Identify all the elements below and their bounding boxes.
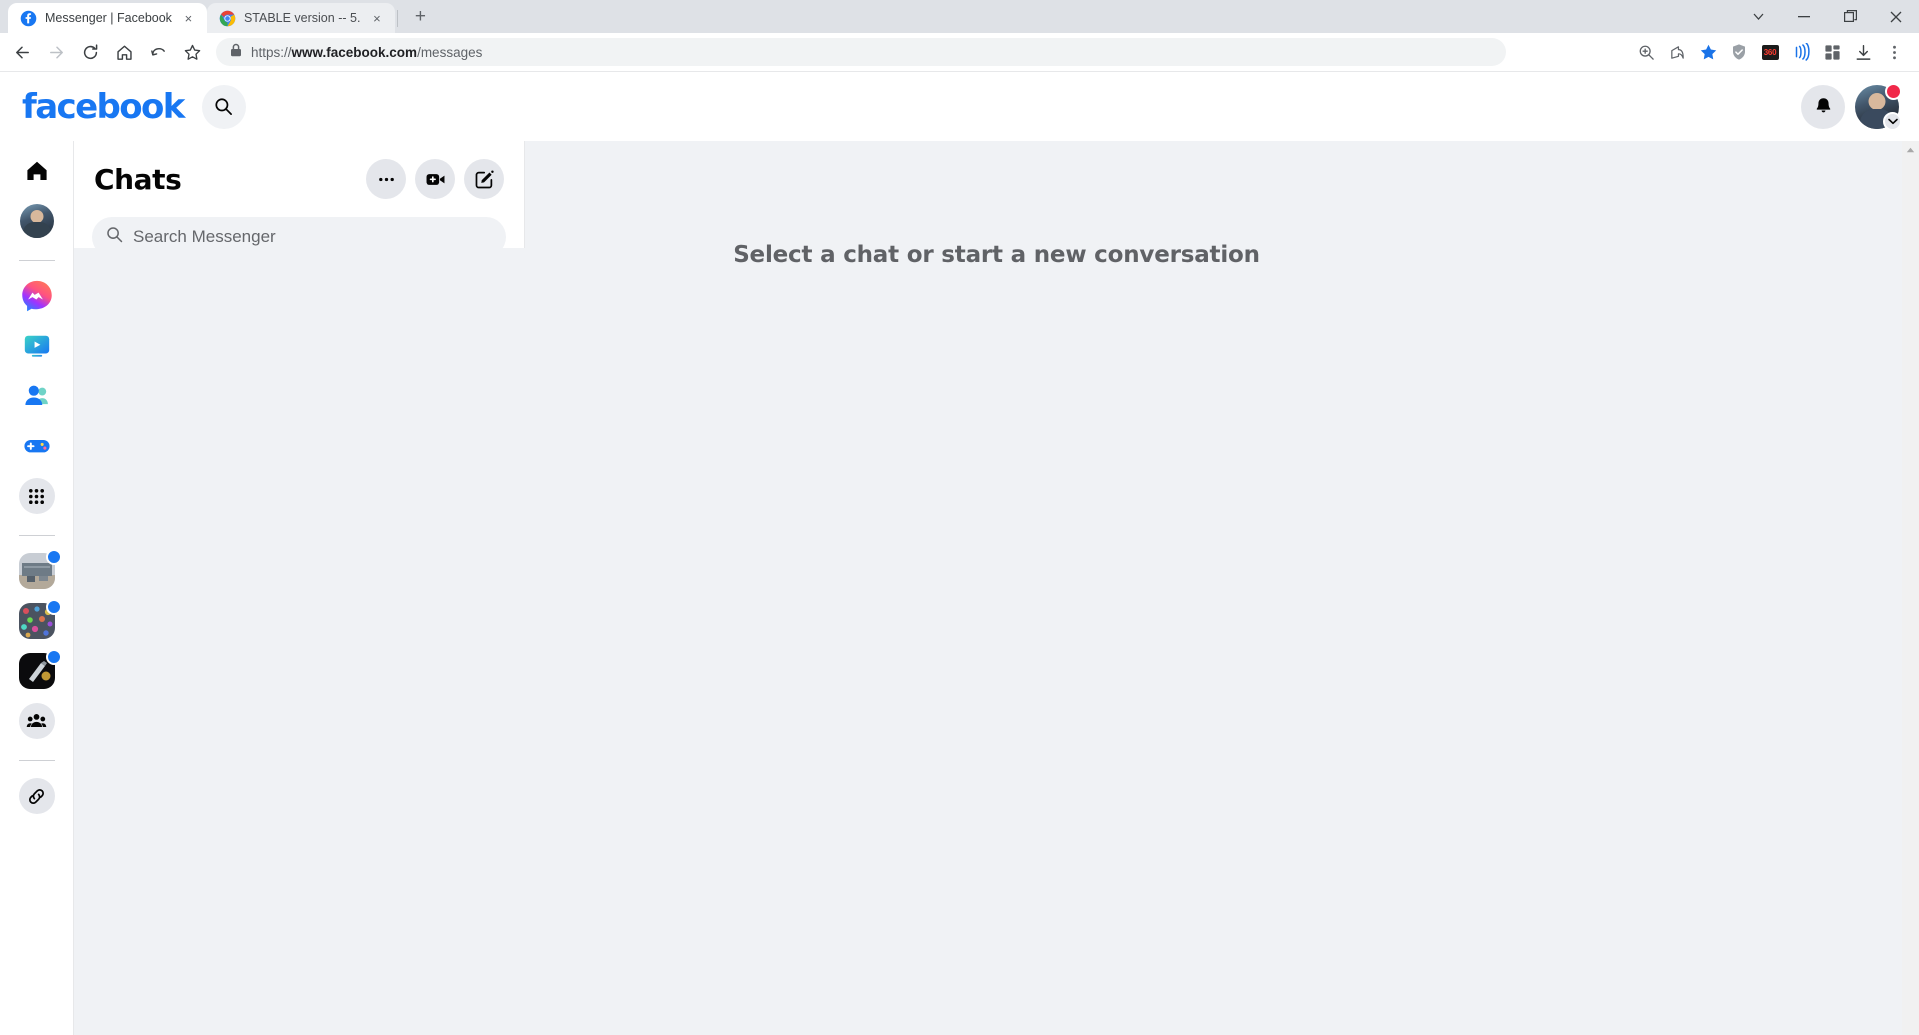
chats-panel: Chats Search Messenger — [74, 141, 525, 248]
watch-video-icon — [24, 335, 49, 357]
sidebar-item-friends[interactable] — [15, 374, 59, 418]
left-rail — [0, 141, 74, 1035]
search-button[interactable] — [201, 84, 246, 129]
sidebar-item-gaming[interactable] — [15, 424, 59, 468]
address-bar-url: https://www.facebook.com/messages — [251, 44, 483, 60]
tab-divider — [397, 10, 399, 27]
browser-tab-stable-version[interactable]: STABLE version -- 5. × — [206, 3, 396, 33]
chrome-icon — [219, 10, 236, 27]
share-icon[interactable] — [1662, 37, 1692, 67]
chats-options-button[interactable] — [366, 159, 406, 199]
groups-icon — [18, 703, 55, 739]
tabstrip: Messenger | Facebook × STABLE version --… — [0, 0, 434, 33]
tab-title: Messenger | Facebook — [45, 11, 172, 25]
tab-search-button[interactable] — [1735, 0, 1781, 33]
sidebar-item-apps[interactable] — [15, 474, 59, 518]
conversation-empty-state: Select a chat or start a new conversatio… — [74, 141, 1919, 1035]
close-icon[interactable]: × — [368, 10, 385, 27]
shortcut-2[interactable] — [15, 599, 62, 643]
notifications-button[interactable] — [1801, 84, 1845, 129]
video-camera-plus-icon — [426, 173, 444, 185]
page-body: Chats Search Messenger Select a chat or … — [0, 141, 1919, 1035]
window-maximize-button[interactable] — [1827, 0, 1873, 33]
sidebar-item-link[interactable] — [15, 774, 59, 818]
chats-header-actions — [366, 159, 504, 199]
rail-divider — [18, 760, 55, 761]
home-icon[interactable] — [108, 36, 140, 68]
header-actions — [1801, 82, 1902, 131]
window-minimize-button[interactable] — [1781, 0, 1827, 33]
compose-pencil-icon — [475, 170, 494, 188]
link-chain-icon — [18, 778, 55, 814]
facebook-logo[interactable]: facebook — [22, 90, 185, 124]
shortcut-3[interactable] — [15, 649, 62, 693]
extensions-icon[interactable] — [1817, 37, 1847, 67]
rail-divider — [18, 260, 55, 261]
messenger-icon — [21, 280, 52, 312]
page-scrollbar[interactable] — [1902, 141, 1919, 1035]
sidebar-item-watch[interactable] — [15, 324, 59, 368]
sidebar-item-home[interactable] — [15, 149, 59, 193]
browser-tab-bar: Messenger | Facebook × STABLE version --… — [0, 0, 1919, 33]
lock-icon — [230, 43, 242, 62]
notification-dot — [45, 649, 62, 665]
forward-arrow-icon[interactable] — [40, 36, 72, 68]
notification-dot — [45, 599, 62, 615]
rail-divider — [18, 535, 55, 536]
search-messenger-field[interactable]: Search Messenger — [92, 217, 506, 248]
sidebar-item-profile[interactable] — [15, 199, 59, 243]
chats-panel-clip: Chats Search Messenger — [74, 141, 525, 248]
window-controls — [1735, 0, 1919, 33]
window-close-button[interactable] — [1873, 0, 1919, 33]
close-icon[interactable]: × — [180, 10, 197, 27]
browser-toolbar: https://www.facebook.com/messages 360 — [0, 33, 1919, 72]
status-badge — [1885, 82, 1902, 100]
new-message-button[interactable] — [464, 159, 504, 199]
back-arrow-icon[interactable] — [6, 36, 38, 68]
broadcast-icon[interactable] — [1786, 37, 1816, 67]
shortcut-1[interactable] — [15, 549, 62, 593]
browser-menu-icon[interactable] — [1879, 37, 1909, 67]
undo-arrow-icon[interactable] — [142, 36, 174, 68]
profile-avatar — [19, 204, 54, 238]
chats-header: Chats — [90, 141, 508, 217]
sidebar-item-groups[interactable] — [15, 699, 59, 743]
ellipsis-icon — [378, 177, 394, 181]
friends-icon — [24, 385, 48, 405]
tab-title: STABLE version -- 5. — [243, 11, 361, 25]
chevron-down-icon[interactable] — [1883, 111, 1902, 131]
home-icon — [26, 161, 47, 180]
star-filled-icon[interactable] — [1693, 37, 1723, 67]
address-bar[interactable]: https://www.facebook.com/messages — [216, 38, 1506, 66]
toolbar-icon-group: 360 — [1631, 37, 1909, 67]
star-outline-icon[interactable] — [176, 36, 208, 68]
notification-dot — [45, 549, 62, 565]
new-video-call-button[interactable] — [415, 159, 455, 199]
page-title: Chats — [94, 162, 182, 196]
shortcut-thumb — [18, 649, 62, 689]
search-input[interactable]: Search Messenger — [133, 227, 276, 247]
facebook-header: facebook — [0, 72, 1919, 141]
badge-360-label: 360 — [1761, 44, 1779, 60]
facebook-icon — [20, 10, 37, 27]
badge-360-icon[interactable]: 360 — [1755, 37, 1785, 67]
shield-icon[interactable] — [1724, 37, 1754, 67]
zoom-in-icon[interactable] — [1631, 37, 1661, 67]
reload-icon[interactable] — [74, 36, 106, 68]
search-icon — [106, 226, 123, 248]
avatar[interactable] — [1855, 82, 1902, 131]
shortcut-thumb — [18, 549, 62, 589]
browser-tab-messenger[interactable]: Messenger | Facebook × — [8, 3, 207, 33]
new-tab-button[interactable]: + — [406, 3, 434, 31]
sidebar-item-messenger[interactable] — [15, 274, 59, 318]
grid-apps-icon — [18, 478, 55, 514]
empty-state-title: Select a chat or start a new conversatio… — [733, 242, 1260, 268]
gaming-controller-icon — [23, 440, 50, 453]
scroll-up-arrow-icon[interactable] — [1902, 141, 1919, 158]
download-icon[interactable] — [1848, 37, 1878, 67]
shortcut-thumb — [18, 599, 62, 639]
